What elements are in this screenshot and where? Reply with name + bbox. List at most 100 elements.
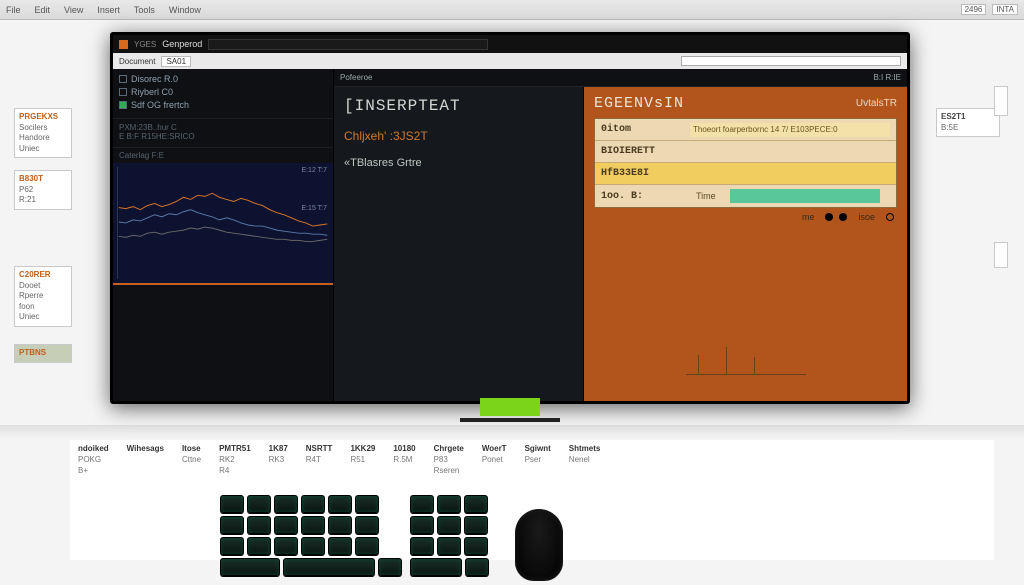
- col-val: R51: [350, 455, 375, 466]
- scroll-marker[interactable]: [994, 86, 1008, 116]
- menu-item[interactable]: File: [6, 5, 21, 15]
- col-val: B+: [78, 466, 109, 477]
- ide-toolbar: Document SA01: [113, 53, 907, 69]
- side-card[interactable]: B830T P62 R:21: [14, 170, 72, 210]
- tree-item[interactable]: Disorec R.0: [119, 73, 327, 86]
- card-title: ES2T1: [941, 112, 995, 121]
- scroll-marker[interactable]: [994, 242, 1008, 268]
- ide-main: Pofeeroe B:I R:IE [INSERPTEAT Chljxeh' :…: [334, 69, 907, 401]
- breadcrumb-value: B:I R:IE: [873, 73, 901, 82]
- monitor-stand-graphic: [480, 398, 540, 416]
- menu-item[interactable]: Window: [169, 5, 201, 15]
- col-val: POKG: [78, 455, 109, 466]
- breadcrumb[interactable]: Pofeeroe: [340, 73, 372, 82]
- col-val: Nenel: [569, 455, 601, 466]
- grid-col: 1K87 RK3: [269, 444, 288, 476]
- grid-col: WoerT Ponet: [482, 444, 507, 476]
- list-item[interactable]: «TBlasres Grtre: [344, 157, 573, 169]
- side-card[interactable]: C20RER Dooet Rperre foon Uniec: [14, 266, 72, 327]
- chart-label: E:12 T:7: [301, 167, 327, 174]
- card-title: B830T: [19, 174, 67, 183]
- progress-bar: [730, 189, 880, 203]
- tree-item[interactable]: Sdf OG frertch: [119, 99, 327, 112]
- toolbar-value[interactable]: SA01: [161, 56, 191, 67]
- grid-col: Wihesags: [127, 444, 164, 476]
- col-head: Itose: [182, 444, 201, 455]
- card-row: Socilers: [19, 123, 67, 133]
- side-card[interactable]: PTBNS: [14, 344, 72, 363]
- table-row[interactable]: 1oo. B: Time: [595, 185, 896, 207]
- card-row: B:5E: [941, 123, 995, 133]
- toolbar-input[interactable]: [681, 56, 901, 66]
- result-panel: EGEENVsIN UvtalsTR 0itom Thoeort foarper…: [584, 87, 907, 401]
- title-search-field[interactable]: [208, 39, 488, 50]
- row-key: BIOIERETT: [595, 146, 690, 157]
- col-val: R4: [219, 466, 251, 477]
- card-row: R:21: [19, 195, 67, 205]
- grid-col: PMTR51 RK2 R4: [219, 444, 251, 476]
- side-card-right[interactable]: ES2T1 B:5E: [936, 108, 1000, 137]
- chart-caption: Caterlag F:E: [113, 148, 333, 163]
- card-title: C20RER: [19, 270, 67, 279]
- card-row: foon: [19, 302, 67, 312]
- menu-item[interactable]: Tools: [134, 5, 155, 15]
- col-val: RK2: [219, 455, 251, 466]
- panel-corner-label: UvtalsTR: [856, 98, 897, 109]
- window-icon: [119, 40, 128, 49]
- col-val: R.5M: [393, 455, 415, 466]
- mouse-graphic: [515, 509, 563, 581]
- table-row[interactable]: HfB33E8I: [595, 163, 896, 185]
- grid-col: ndoiked POKG B+: [78, 444, 109, 476]
- col-val: Pser: [525, 455, 551, 466]
- grid-col: 10180 R.5M: [393, 444, 415, 476]
- col-val: R4T: [306, 455, 333, 466]
- checkbox-icon[interactable]: [119, 101, 127, 109]
- grid-col: Sgiwnt Pser: [525, 444, 551, 476]
- card-row: Rperre: [19, 291, 67, 301]
- status-chip: 2496: [961, 4, 987, 15]
- pane-header: Pofeeroe B:I R:IE: [334, 69, 907, 87]
- menu-item[interactable]: Insert: [97, 5, 120, 15]
- result-table: 0itom Thoeort foarperbornc 14 7/ E103PEC…: [594, 118, 897, 208]
- card-row: P62: [19, 185, 67, 195]
- ide-window: YGES Genperod Document SA01 Disorec R.0 …: [110, 32, 910, 404]
- tree-item[interactable]: Riyberl C0: [119, 86, 327, 99]
- col-head: PMTR51: [219, 444, 251, 455]
- col-head: Sgiwnt: [525, 444, 551, 455]
- tree-item[interactable]: PXM:23B..hur C: [119, 123, 327, 132]
- card-title: PRGEKXS: [19, 112, 67, 121]
- col-head: Shtmets: [569, 444, 601, 455]
- grid-col: NSRTT R4T: [306, 444, 333, 476]
- tree-item[interactable]: E B:F R15HE:SRICO: [119, 132, 327, 141]
- row-key: 0itom: [595, 124, 690, 135]
- col-val: P83: [434, 455, 464, 466]
- col-head: Chrgete: [434, 444, 464, 455]
- panel-footer: me isoe: [594, 212, 897, 222]
- ide-left-sidebar: Disorec R.0 Riyberl C0 Sdf OG frertch PX…: [113, 69, 334, 401]
- panel-title: [INSERPTEAT: [344, 97, 573, 115]
- menu-item[interactable]: View: [64, 5, 83, 15]
- row-key: HfB33E8I: [595, 168, 690, 179]
- table-row[interactable]: BIOIERETT: [595, 141, 896, 163]
- card-row: Handore: [19, 133, 67, 143]
- col-head: NSRTT: [306, 444, 333, 455]
- col-val: Cttne: [182, 455, 201, 466]
- checkbox-icon[interactable]: [119, 88, 127, 96]
- chart-label: E:15 T:7: [301, 205, 327, 212]
- col-head: 1K87: [269, 444, 288, 455]
- menu-item[interactable]: Edit: [35, 5, 51, 15]
- row-value: Time: [690, 191, 730, 201]
- divider: [0, 425, 1024, 439]
- ide-titlebar[interactable]: YGES Genperod: [113, 35, 907, 53]
- row-key: 1oo. B:: [595, 191, 690, 202]
- title-tag: YGES: [134, 40, 156, 49]
- side-card[interactable]: PRGEKXS Socilers Handore Uniec: [14, 108, 72, 158]
- keyboard-graphic: [220, 495, 580, 581]
- desktop-menubar: File Edit View Insert Tools Window 2496 …: [0, 0, 1024, 20]
- checkbox-icon[interactable]: [119, 75, 127, 83]
- list-item[interactable]: Chljxeh' :3JS2T: [344, 129, 573, 143]
- col-val: Rseren: [434, 466, 464, 477]
- table-row[interactable]: 0itom Thoeort foarperbornc 14 7/ E103PEC…: [595, 119, 896, 141]
- row-value: Thoeort foarperbornc 14 7/ E103PECE:0: [690, 123, 890, 137]
- col-head: 10180: [393, 444, 415, 455]
